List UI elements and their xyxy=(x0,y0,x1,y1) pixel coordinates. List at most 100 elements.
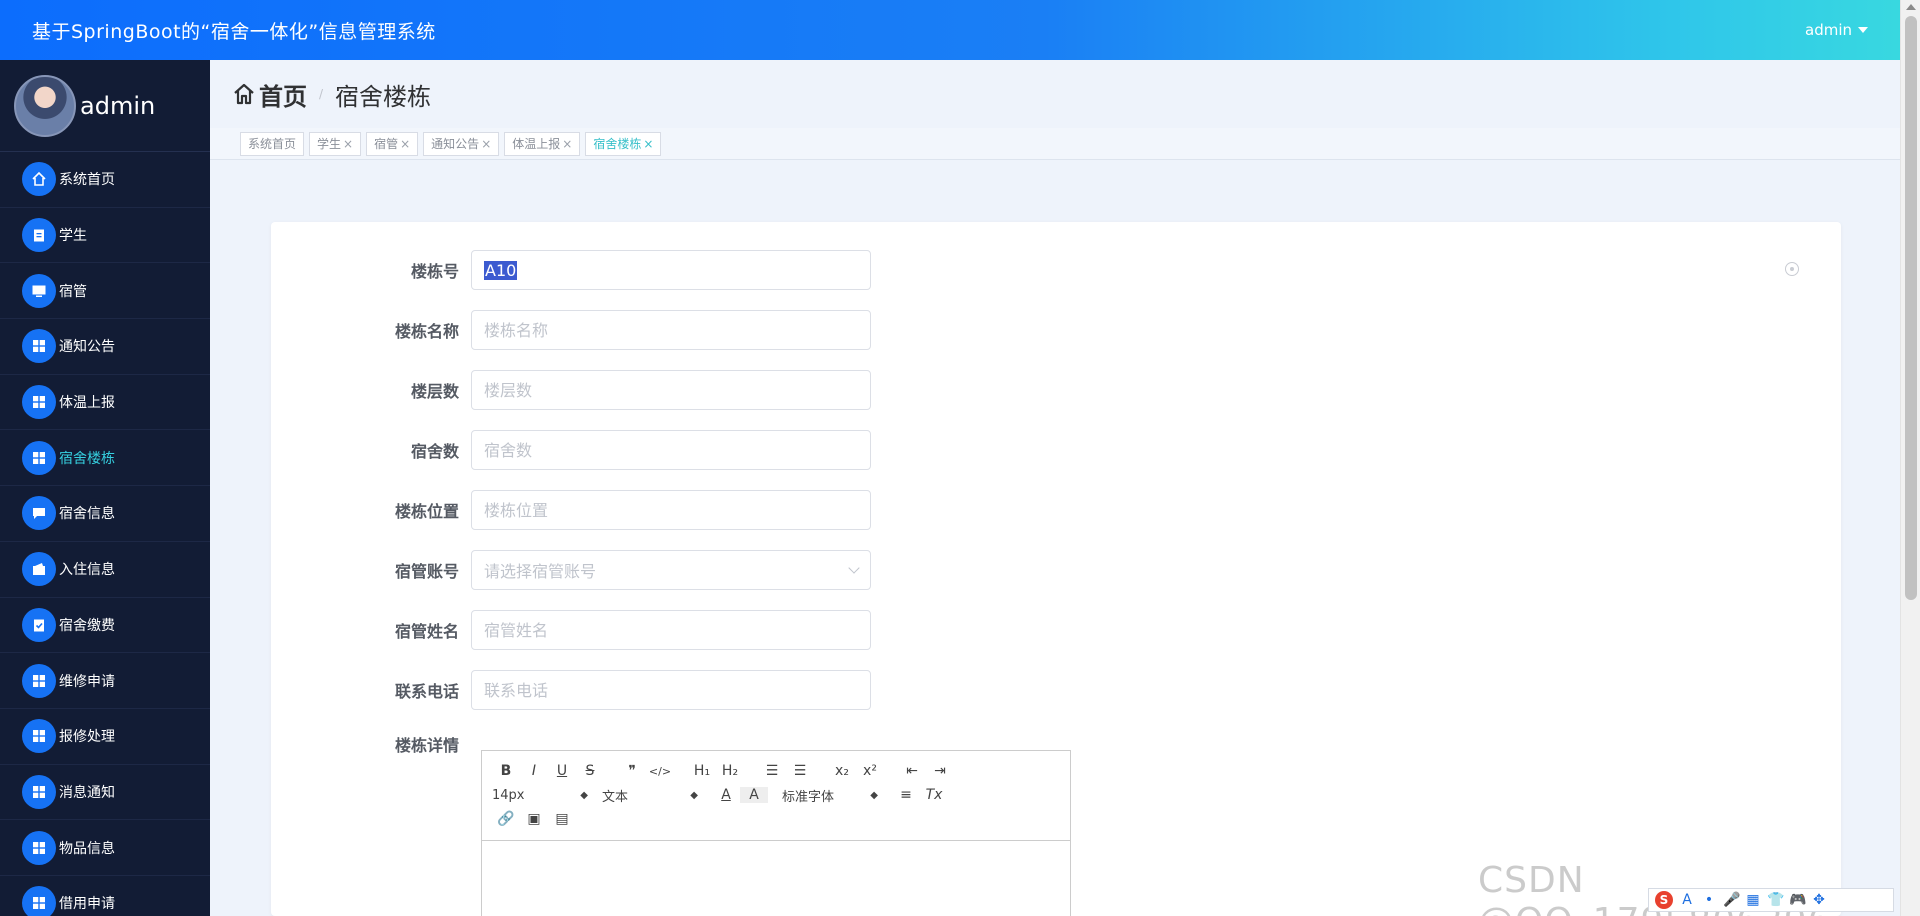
superscript-button[interactable]: x² xyxy=(856,763,884,779)
text-type-select[interactable]: 文本 ◆ xyxy=(602,786,712,805)
scroll-up-arrow-icon[interactable] xyxy=(1906,4,1916,10)
ime-item-icon[interactable]: • xyxy=(1701,892,1717,908)
tag-label: 系统首页 xyxy=(248,137,297,151)
ime-item-icon[interactable]: 👕 xyxy=(1767,892,1784,908)
italic-button[interactable]: I xyxy=(520,763,548,779)
app-title: 基于SpringBoot的“宿舍一体化”信息管理系统 xyxy=(32,20,436,43)
form-card: 楼栋号 A10 楼栋名称 楼层数 宿舍数 楼栋位置 宿管账号 请选择宿管账号 宿… xyxy=(271,222,1841,916)
tag-3[interactable]: 通知公告 × xyxy=(423,131,500,156)
header2-button[interactable]: H₂ xyxy=(716,763,744,779)
tag-1[interactable]: 学生 × xyxy=(309,131,362,156)
breadcrumb-home[interactable]: 首页 xyxy=(259,77,307,112)
home-icon xyxy=(22,162,56,197)
grid-icon xyxy=(22,440,56,475)
image-button[interactable]: ▣ xyxy=(520,811,548,827)
tag-label: 体温上报 xyxy=(512,137,561,151)
location-input[interactable] xyxy=(471,490,871,530)
sidebar-item-8[interactable]: 宿舍缴费 xyxy=(0,598,210,654)
phone-input[interactable] xyxy=(471,670,871,710)
ime-item-icon[interactable]: ✥ xyxy=(1811,892,1827,908)
header1-button[interactable]: H₁ xyxy=(688,763,716,779)
wallet-icon xyxy=(22,552,56,587)
tag-4[interactable]: 体温上报 × xyxy=(504,131,581,156)
sidebar-item-3[interactable]: 通知公告 xyxy=(0,319,210,375)
form-row-building-name: 楼栋名称 xyxy=(271,310,871,350)
close-icon[interactable]: × xyxy=(481,137,491,151)
underline-button[interactable]: U xyxy=(548,763,576,779)
manager-name-input[interactable] xyxy=(471,610,871,650)
sidebar-item-13[interactable]: 借用申请 xyxy=(0,876,210,916)
sidebar-item-2[interactable]: 宿管 xyxy=(0,263,210,320)
phone-label: 联系电话 xyxy=(394,682,459,701)
caret-down-icon xyxy=(1858,27,1868,33)
sidebar: admin 系统首页 学生 宿管 通知公告 体温上报 宿舍楼栋 宿舍信息 入住信息 宿舍缴费 维修… xyxy=(0,60,210,916)
sidebar-item-10[interactable]: 报修处理 xyxy=(0,709,210,765)
details-label: 楼栋详情 xyxy=(394,736,459,755)
blockquote-button[interactable]: ❞ xyxy=(618,763,646,779)
link-button[interactable]: 🔗 xyxy=(492,811,520,827)
rooms-input[interactable] xyxy=(471,430,871,470)
grid-icon xyxy=(22,774,56,809)
strike-button[interactable]: S xyxy=(576,763,604,779)
video-button[interactable]: ▤ xyxy=(548,811,576,827)
sidebar-item-4[interactable]: 体温上报 xyxy=(0,375,210,431)
settings-dot-icon[interactable] xyxy=(1785,262,1799,276)
sort-icon: ◆ xyxy=(580,789,588,801)
breadcrumb: 首页 / 宿舍楼栋 xyxy=(210,60,1900,128)
page-scrollbar[interactable] xyxy=(1900,0,1920,916)
bold-button[interactable]: B xyxy=(492,763,520,779)
sidebar-item-label: 借用申请 xyxy=(59,896,115,913)
ime-item-icon[interactable]: A xyxy=(1679,892,1695,908)
close-icon[interactable]: × xyxy=(562,137,572,151)
bullet-list-button[interactable]: ☰ xyxy=(786,763,814,779)
tag-label: 学生 xyxy=(317,137,342,151)
building-name-input[interactable] xyxy=(471,310,871,350)
ime-item-icon[interactable]: ▦ xyxy=(1745,892,1761,908)
tag-0[interactable]: 系统首页 xyxy=(240,131,305,156)
sidebar-item-5[interactable]: 宿舍楼栋 xyxy=(0,430,210,487)
ime-item-icon[interactable]: 🎮 xyxy=(1789,892,1806,908)
sidebar-item-label: 宿舍信息 xyxy=(59,506,115,523)
close-icon[interactable]: × xyxy=(343,137,353,151)
font-family-select[interactable]: 标准字体 ◆ xyxy=(782,786,892,805)
align-button[interactable]: ≡ xyxy=(892,787,920,803)
close-icon[interactable]: × xyxy=(400,137,410,151)
sidebar-item-label: 体温上报 xyxy=(59,395,115,412)
editor-content-area[interactable] xyxy=(482,841,1070,916)
sidebar-item-9[interactable]: 维修申请 xyxy=(0,653,210,709)
location-label: 楼栋位置 xyxy=(394,502,459,521)
sidebar-item-6[interactable]: 宿舍信息 xyxy=(0,486,210,542)
clean-format-button[interactable]: Tx xyxy=(920,787,948,803)
form-row-manager-name: 宿管姓名 xyxy=(271,610,871,650)
code-block-button[interactable]: </> xyxy=(646,765,674,778)
ordered-list-button[interactable]: ☰ xyxy=(758,763,786,779)
ime-item-icon[interactable]: 🎤 xyxy=(1723,892,1740,908)
sidebar-item-7[interactable]: 入住信息 xyxy=(0,542,210,598)
sidebar-item-label: 宿舍缴费 xyxy=(59,617,115,634)
tags-view-bar: 系统首页 学生 × 宿管 × 通知公告 × 体温上报 × 宿舍楼栋 × xyxy=(210,128,1900,160)
tag-5[interactable]: 宿舍楼栋 × xyxy=(585,131,662,156)
user-menu-dropdown[interactable]: admin xyxy=(1805,21,1868,39)
sidebar-item-0[interactable]: 系统首页 xyxy=(0,152,210,208)
floors-input[interactable] xyxy=(471,370,871,410)
close-icon[interactable]: × xyxy=(643,137,653,151)
building-no-input[interactable]: A10 xyxy=(471,250,871,290)
font-size-select[interactable]: 14px ◆ xyxy=(492,788,602,803)
form-row-floors: 楼层数 xyxy=(271,370,871,410)
subscript-button[interactable]: x₂ xyxy=(828,763,856,779)
tag-2[interactable]: 宿管 × xyxy=(366,131,419,156)
manager-account-select[interactable]: 请选择宿管账号 xyxy=(471,550,871,590)
form-row-manager-account: 宿管账号 请选择宿管账号 xyxy=(271,550,871,590)
outdent-button[interactable]: ⇤ xyxy=(898,763,926,779)
scrollbar-thumb[interactable] xyxy=(1905,16,1917,600)
sidebar-item-12[interactable]: 物品信息 xyxy=(0,820,210,876)
clipboard-icon xyxy=(22,218,56,253)
grid-icon xyxy=(22,830,56,865)
sidebar-item-1[interactable]: 学生 xyxy=(0,208,210,264)
ime-logo[interactable]: S xyxy=(1655,891,1673,909)
font-color-button[interactable]: A xyxy=(712,787,740,803)
indent-button[interactable]: ⇥ xyxy=(926,763,954,779)
rooms-label: 宿舍数 xyxy=(410,442,459,461)
background-color-button[interactable]: A xyxy=(740,787,768,803)
sidebar-item-11[interactable]: 消息通知 xyxy=(0,765,210,821)
